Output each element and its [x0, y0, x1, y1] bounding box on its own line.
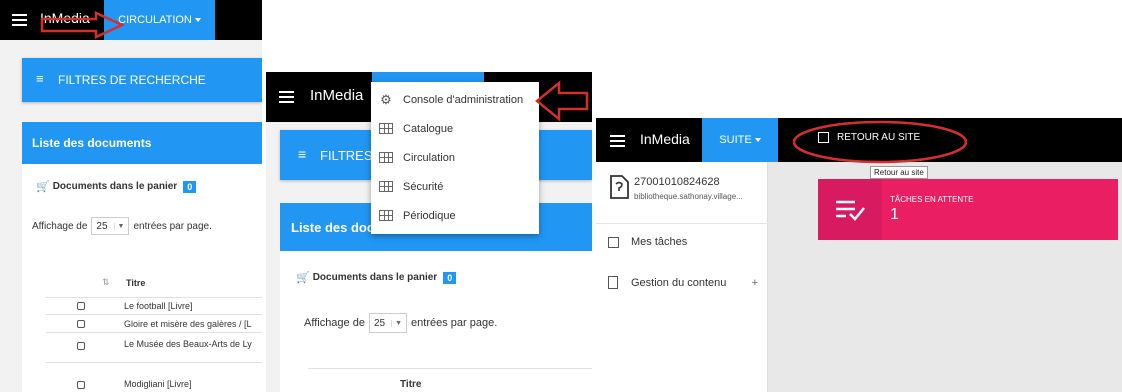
caret-down-icon: [194, 18, 201, 22]
menu-item-console[interactable]: ⚙ Console d'administration: [371, 85, 539, 114]
show-suffix: entrées par page.: [411, 317, 498, 329]
annotation-arrow: [535, 80, 589, 122]
menu-item-catalogue[interactable]: Catalogue: [371, 114, 539, 143]
table-header: ⇅ Titre: [46, 268, 262, 298]
panel-circulation-screen: InMedia CIRCULATION ≡ FILTRES DE RECHERC…: [0, 0, 262, 392]
menu-item-label: Catalogue: [403, 122, 454, 135]
sidebar-item-label: Gestion du contenu: [631, 276, 727, 289]
page-size-select[interactable]: 25 ▼: [368, 313, 408, 333]
tab-circulation-label: CIRCULATION: [118, 14, 192, 26]
menu-item-securite[interactable]: Sécurité: [371, 172, 539, 201]
sidebar: 27001010824628 bibliotheque.sathonay.vil…: [596, 162, 768, 392]
table-header: Titre: [308, 368, 592, 392]
cart-icon: 🛒: [36, 181, 50, 193]
table-row[interactable]: Le Musée des Beaux-Arts de Ly: [46, 333, 262, 363]
menu-icon[interactable]: [279, 91, 294, 103]
brand-logo[interactable]: InMedia: [640, 131, 690, 147]
documents-card: Liste des documents 🛒 Documents dans le …: [22, 122, 262, 392]
grid-icon: [378, 152, 394, 164]
user-id: 27001010824628: [634, 176, 720, 188]
page-size-value: 25: [373, 317, 386, 329]
menu-icon[interactable]: [610, 135, 625, 147]
row-checkbox[interactable]: [77, 319, 85, 328]
chevron-down-icon: ▼: [391, 319, 402, 327]
show-prefix: Affichage de: [32, 220, 88, 232]
menu-item-label: Circulation: [403, 151, 455, 164]
row-title[interactable]: Modigliani [Livre]: [124, 379, 192, 389]
tooltip: Retour au site: [870, 166, 928, 179]
row-checkbox[interactable]: [77, 302, 85, 310]
sidebar-item-tasks[interactable]: Mes tâches: [608, 236, 687, 248]
menu-item-label: Sécurité: [403, 180, 444, 193]
annotation-ellipse: [792, 120, 968, 164]
page-size-row: Affichage de 25 ▼ entrées par page.: [304, 313, 497, 333]
menu-item-periodique[interactable]: Périodique: [371, 201, 539, 230]
filters-label: FILTRES DE RECHERCHE: [58, 73, 206, 87]
admin-dropdown-menu: ⚙ Console d'administration Catalogue Cir…: [371, 82, 539, 234]
table-row[interactable]: Le football [Livre]: [46, 298, 262, 315]
row-checkbox[interactable]: [77, 381, 85, 389]
filters-bar[interactable]: ≡ FILTRES DE RECHERCHE: [22, 58, 262, 102]
filter-icon: ≡: [36, 71, 44, 86]
menu-icon[interactable]: [12, 14, 27, 26]
menu-item-circulation[interactable]: Circulation: [371, 143, 539, 172]
brand-logo[interactable]: InMedia: [310, 87, 363, 104]
expand-plus-icon[interactable]: +: [752, 277, 758, 289]
cart-label: Documents dans le panier: [52, 181, 178, 192]
page-size-row: Affichage de 25 ▼ entrées par page.: [32, 217, 212, 235]
column-header-title[interactable]: Titre: [126, 278, 145, 288]
column-header-title[interactable]: Titre: [400, 379, 422, 390]
sidebar-item-label: Mes tâches: [631, 236, 688, 248]
row-title[interactable]: Le football [Livre]: [124, 301, 193, 311]
cart-summary: 🛒 Documents dans le panier 0: [296, 271, 457, 284]
tab-suite-label: SUITE: [719, 134, 752, 146]
panel-suite-screen: InMedia SUITE RETOUR AU SITE Retour au s…: [596, 118, 1122, 392]
menu-item-label: Périodique: [403, 209, 456, 222]
annotation-arrow: [40, 11, 125, 39]
sidebar-item-content[interactable]: Gestion du contenu +: [608, 276, 758, 289]
chevron-down-icon: ▼: [113, 222, 124, 230]
grid-icon: [378, 181, 394, 193]
table-row[interactable]: Gloire et misère des galères / [L: [46, 315, 262, 333]
sort-icon[interactable]: ⇅: [102, 277, 110, 288]
task-list-check-icon: [818, 179, 882, 240]
page-size-select[interactable]: 25 ▼: [91, 217, 130, 235]
row-title[interactable]: Le Musée des Beaux-Arts de Ly: [124, 339, 252, 349]
cart-summary: 🛒 Documents dans le panier 0: [36, 180, 197, 193]
cart-icon: 🛒: [296, 272, 310, 284]
list-title: Liste des documents: [22, 122, 262, 164]
cart-label: Documents dans le panier: [312, 272, 438, 283]
checkbox-list-icon: [608, 236, 619, 248]
page-size-value: 25: [96, 220, 108, 232]
filters-label: FILTRES: [320, 148, 373, 163]
tab-suite[interactable]: SUITE: [702, 118, 778, 162]
file-user-icon: [610, 175, 629, 199]
show-prefix: Affichage de: [304, 317, 365, 329]
tile-value: 1: [890, 206, 899, 223]
table-row[interactable]: Modigliani [Livre]: [46, 363, 262, 392]
grid-icon: [378, 210, 394, 222]
tile-title: TÂCHES EN ATTENTE: [890, 195, 974, 204]
user-site: bibliotheque.sathonay.village...: [634, 192, 743, 201]
cart-count-badge: 0: [183, 180, 197, 193]
menu-item-label: Console d'administration: [403, 93, 524, 106]
caret-down-icon: [754, 138, 761, 142]
user-info[interactable]: 27001010824628 bibliotheque.sathonay.vil…: [596, 162, 768, 224]
pending-tasks-tile[interactable]: TÂCHES EN ATTENTE 1: [818, 179, 1118, 240]
grid-icon: [378, 123, 394, 135]
document-icon: [608, 276, 618, 289]
show-suffix: entrées par page.: [133, 220, 212, 232]
row-checkbox[interactable]: [77, 342, 85, 350]
gear-icon: ⚙: [380, 91, 392, 107]
filter-icon: ≡: [298, 146, 307, 162]
row-title[interactable]: Gloire et misère des galères / [L: [124, 319, 252, 329]
cart-count-badge: 0: [443, 271, 457, 284]
